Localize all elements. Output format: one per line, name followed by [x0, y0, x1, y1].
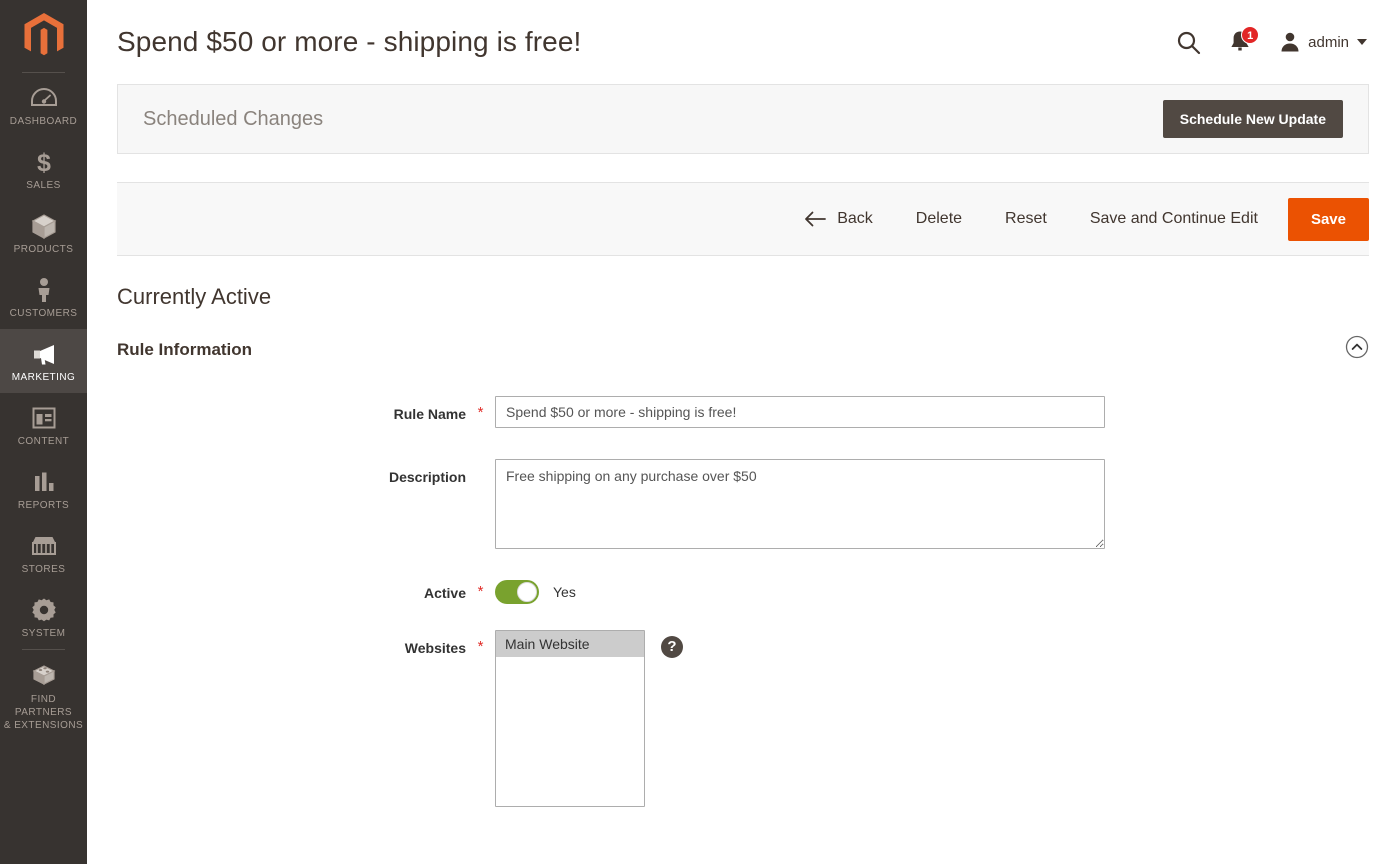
field-control: Yes [495, 575, 576, 604]
chevron-down-icon [1357, 39, 1367, 45]
action-toolbar: Back Delete Reset Save and Continue Edit… [117, 182, 1369, 256]
field-description: Description * Free shipping on any purch… [117, 459, 1399, 549]
sidebar-item-label: DASHBOARD [9, 116, 78, 127]
sidebar-item-content[interactable]: CONTENT [0, 393, 87, 457]
sidebar-item-label: FIND PARTNERS & EXTENSIONS [2, 693, 85, 732]
action-toolbar-wrapper: Back Delete Reset Save and Continue Edit… [87, 182, 1399, 256]
delete-button[interactable]: Delete [916, 200, 962, 238]
sidebar-item-products[interactable]: PRODUCTS [0, 201, 87, 265]
header-actions: 1 admin [1176, 26, 1367, 56]
field-control [495, 396, 1105, 428]
notifications-button[interactable]: 1 [1227, 26, 1260, 56]
active-toggle-state-label: Yes [553, 584, 576, 600]
websites-label: Websites [404, 640, 466, 656]
magento-logo-icon [24, 13, 63, 56]
search-icon[interactable] [1176, 30, 1201, 55]
sidebar-item-label: SALES [26, 180, 61, 191]
chevron-up-circle-icon[interactable] [1345, 335, 1369, 364]
puzzle-block-icon [31, 661, 57, 689]
dollar-icon: $ [34, 148, 54, 176]
toggle-knob [517, 582, 537, 602]
scheduled-changes-title: Scheduled Changes [143, 107, 324, 130]
sidebar-item-system[interactable]: SYSTEM [0, 585, 87, 649]
dashboard-icon [30, 84, 57, 112]
reset-button[interactable]: Reset [1005, 200, 1047, 238]
user-name-label: admin [1308, 33, 1349, 51]
sidebar-item-stores[interactable]: STORES [0, 521, 87, 585]
required-asterisk: * [477, 638, 484, 655]
svg-text:$: $ [37, 149, 51, 176]
magento-logo[interactable] [0, 0, 87, 72]
megaphone-icon [30, 340, 58, 368]
sidebar-item-label-line1: FIND PARTNERS [14, 694, 73, 718]
websites-option[interactable]: Main Website [496, 631, 644, 657]
required-asterisk: * [477, 583, 484, 600]
field-rule-name: Rule Name * [117, 396, 1399, 428]
sidebar-item-label: SYSTEM [21, 628, 66, 639]
page-title: Spend $50 or more - shipping is free! [117, 26, 582, 57]
sidebar-item-label-line2: & EXTENSIONS [3, 720, 84, 731]
user-menu[interactable]: admin [1279, 31, 1367, 53]
rule-name-input[interactable] [495, 396, 1105, 428]
sidebar-item-label: PRODUCTS [13, 244, 74, 255]
layout-icon [32, 404, 56, 432]
schedule-new-update-button[interactable]: Schedule New Update [1162, 100, 1343, 138]
field-control: Main Website ? [495, 630, 683, 807]
rule-information-section-header: Rule Information [87, 335, 1399, 364]
help-question-icon[interactable]: ? [661, 636, 683, 658]
admin-app: DASHBOARD $ SALES PRODUCTS CUSTOMERS MAR… [0, 0, 1399, 864]
back-button-label: Back [837, 210, 873, 227]
field-label-cell: Rule Name * [117, 396, 495, 423]
field-label-cell: Websites * [117, 630, 495, 657]
active-label: Active [423, 585, 466, 601]
required-asterisk-placeholder: * [466, 459, 495, 484]
box-icon [31, 212, 57, 240]
section-title: Rule Information [117, 339, 253, 359]
scheduled-changes-panel: Scheduled Changes Schedule New Update [117, 84, 1369, 154]
field-label-cell: Active * [117, 575, 495, 602]
field-websites: Websites * Main Website ? [117, 630, 1399, 807]
notification-count-badge: 1 [1241, 26, 1260, 44]
user-avatar-icon [1281, 32, 1299, 52]
save-button[interactable]: Save [1287, 197, 1369, 241]
storefront-icon [31, 532, 57, 560]
field-label-cell: Description * [117, 459, 495, 486]
bar-chart-icon [32, 468, 56, 496]
field-control: Free shipping on any purchase over $50 [495, 459, 1105, 549]
sidebar-item-label: CONTENT [17, 436, 70, 447]
description-textarea[interactable]: Free shipping on any purchase over $50 [495, 459, 1105, 549]
required-asterisk: * [477, 404, 484, 421]
active-toggle[interactable] [495, 580, 539, 604]
sidebar-item-customers[interactable]: CUSTOMERS [0, 265, 87, 329]
arrow-left-icon [805, 211, 827, 227]
field-active: Active * Yes [117, 575, 1399, 604]
sidebar-item-sales[interactable]: $ SALES [0, 137, 87, 201]
sidebar-item-reports[interactable]: REPORTS [0, 457, 87, 521]
person-icon [35, 276, 53, 304]
main-sidebar: DASHBOARD $ SALES PRODUCTS CUSTOMERS MAR… [0, 0, 87, 864]
description-label: Description [388, 469, 466, 485]
sidebar-item-label: MARKETING [11, 372, 76, 383]
sidebar-item-label: REPORTS [17, 500, 70, 511]
sidebar-item-dashboard[interactable]: DASHBOARD [0, 73, 87, 137]
websites-multiselect[interactable]: Main Website [495, 630, 645, 807]
active-toggle-wrapper: Yes [495, 575, 576, 604]
sidebar-item-find-partners-extensions[interactable]: FIND PARTNERS & EXTENSIONS [0, 650, 87, 741]
rule-name-label: Rule Name [393, 406, 466, 422]
gear-icon [31, 596, 57, 624]
sidebar-item-label: STORES [21, 564, 66, 575]
sidebar-item-marketing[interactable]: MARKETING [0, 329, 87, 393]
sidebar-item-label: CUSTOMERS [9, 308, 78, 319]
rule-information-form: Rule Name * Description * Free shipping … [87, 396, 1399, 807]
page-header: Spend $50 or more - shipping is free! 1 [87, 0, 1399, 84]
save-and-continue-edit-button[interactable]: Save and Continue Edit [1090, 200, 1258, 238]
scheduled-changes-wrapper: Scheduled Changes Schedule New Update [87, 84, 1399, 154]
rule-status-heading: Currently Active [117, 284, 272, 309]
main-content: Spend $50 or more - shipping is free! 1 [87, 0, 1399, 864]
back-button[interactable]: Back [804, 200, 873, 238]
